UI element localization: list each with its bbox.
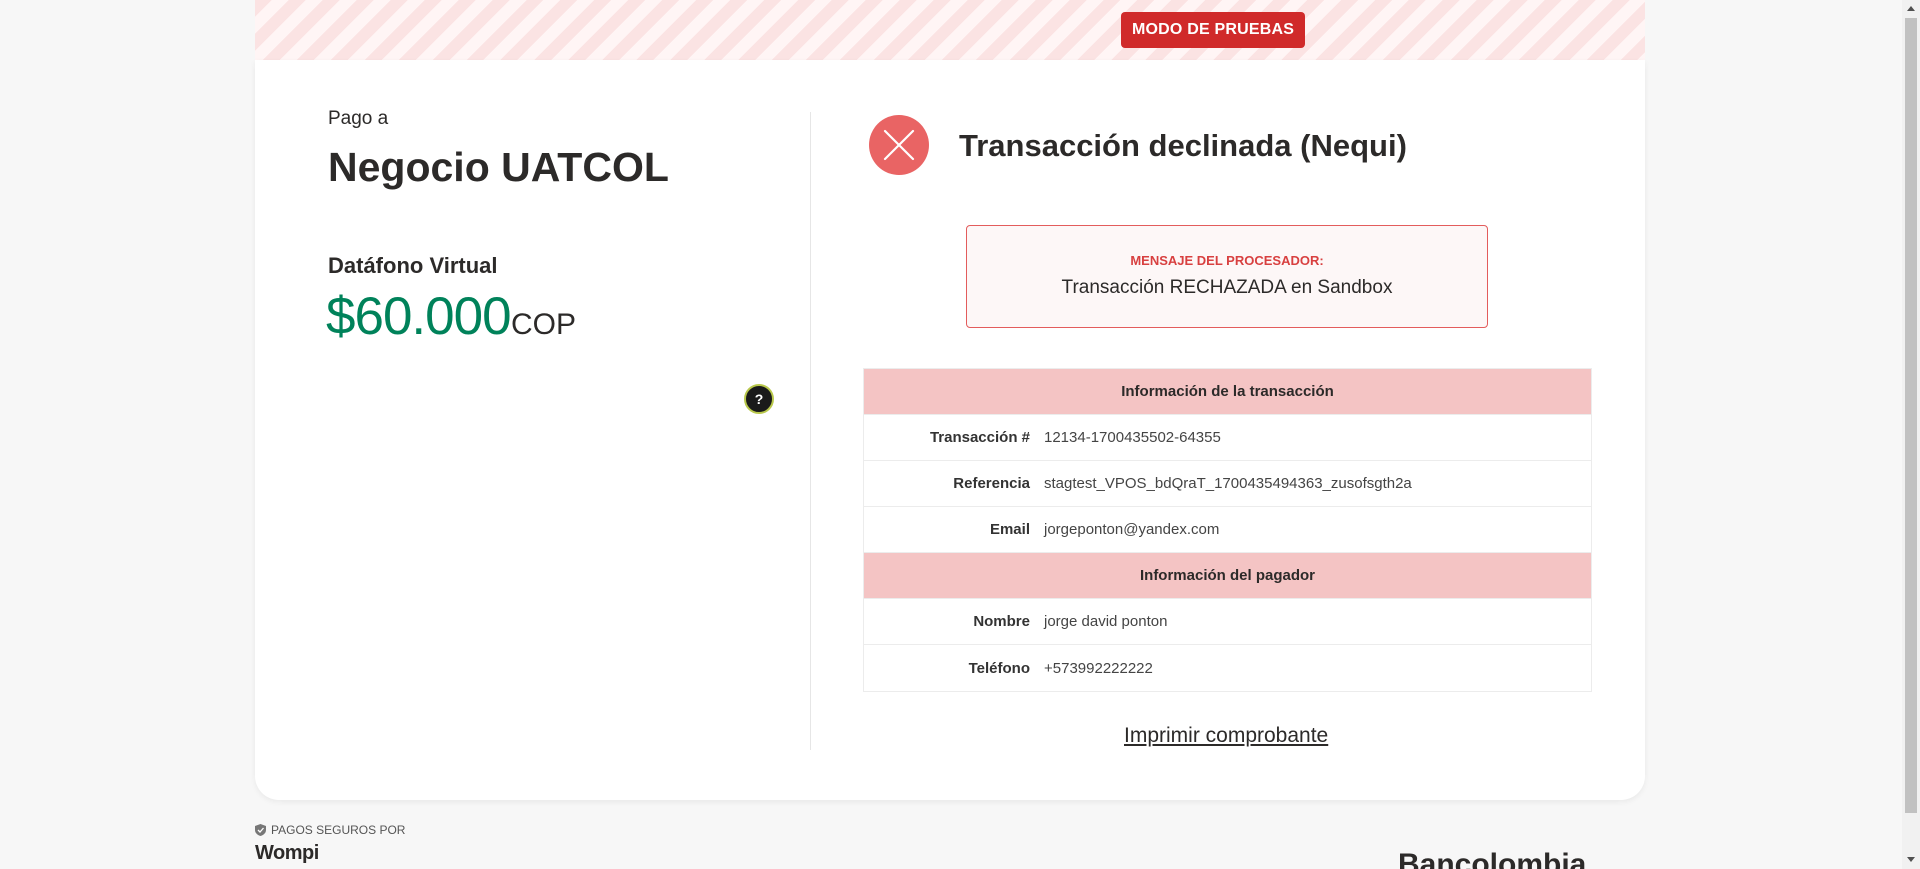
table-row: Transacción # 12134-1700435502-64355 <box>864 415 1591 461</box>
transaction-info-header: Información de la transacción <box>864 369 1591 415</box>
payment-amount: $60.000 <box>326 287 512 346</box>
processor-message-text: Transacción RECHAZADA en Sandbox <box>1061 277 1393 298</box>
bancolombia-logo: Bancolombia <box>1398 848 1587 869</box>
row-value: jorgeponton@yandex.com <box>1044 521 1220 538</box>
scroll-down-icon[interactable] <box>1907 857 1915 862</box>
secure-payments-label: PAGOS SEGUROS POR <box>255 823 405 837</box>
transaction-info-table: Información de la transacción Transacció… <box>863 368 1592 692</box>
table-row: Referencia stagtest_VPOS_bdQraT_17004354… <box>864 461 1591 507</box>
processor-message-label: MENSAJE DEL PROCESADOR: <box>1130 253 1324 268</box>
row-value: stagtest_VPOS_bdQraT_1700435494363_zusof… <box>1044 475 1412 492</box>
shield-icon <box>255 824 266 836</box>
row-label: Transacción # <box>929 429 1030 446</box>
test-mode-banner: MODO DE PRUEBAS <box>255 0 1645 60</box>
scrollbar[interactable] <box>1902 0 1920 869</box>
scroll-thumb[interactable] <box>1905 18 1917 813</box>
pay-to-label: Pago a <box>328 108 389 129</box>
help-icon[interactable]: ? <box>744 384 774 414</box>
row-label: Teléfono <box>968 659 1030 677</box>
secure-payments-text: PAGOS SEGUROS POR <box>271 823 406 837</box>
merchant-name: Negocio UATCOL <box>328 144 669 190</box>
table-row: Nombre jorge david ponton <box>864 599 1591 645</box>
table-row: Teléfono +573992222222 <box>864 645 1591 691</box>
declined-icon <box>869 115 929 175</box>
scroll-up-icon[interactable] <box>1907 6 1915 11</box>
status-title: Transacción declinada (Nequi) <box>959 128 1407 163</box>
row-label: Email <box>989 521 1030 538</box>
payment-currency: COP <box>511 308 577 341</box>
row-value: 12134-1700435502-64355 <box>1044 429 1221 446</box>
wompi-logo: Wompi <box>255 842 319 864</box>
test-mode-badge: MODO DE PRUEBAS <box>1121 12 1306 48</box>
row-value: jorge david ponton <box>1044 613 1168 630</box>
row-value: +573992222222 <box>1044 659 1153 677</box>
close-icon <box>883 129 915 161</box>
processor-message-box: MENSAJE DEL PROCESADOR: Transacción RECH… <box>966 225 1488 328</box>
print-receipt-link[interactable]: Imprimir comprobante <box>1124 724 1328 748</box>
payer-info-header: Información del pagador <box>864 553 1591 599</box>
row-label: Nombre <box>973 613 1030 630</box>
table-row: Email jorgeponton@yandex.com <box>864 507 1591 553</box>
product-name: Datáfono Virtual <box>328 253 498 278</box>
row-label: Referencia <box>953 475 1030 492</box>
column-divider <box>810 112 811 750</box>
